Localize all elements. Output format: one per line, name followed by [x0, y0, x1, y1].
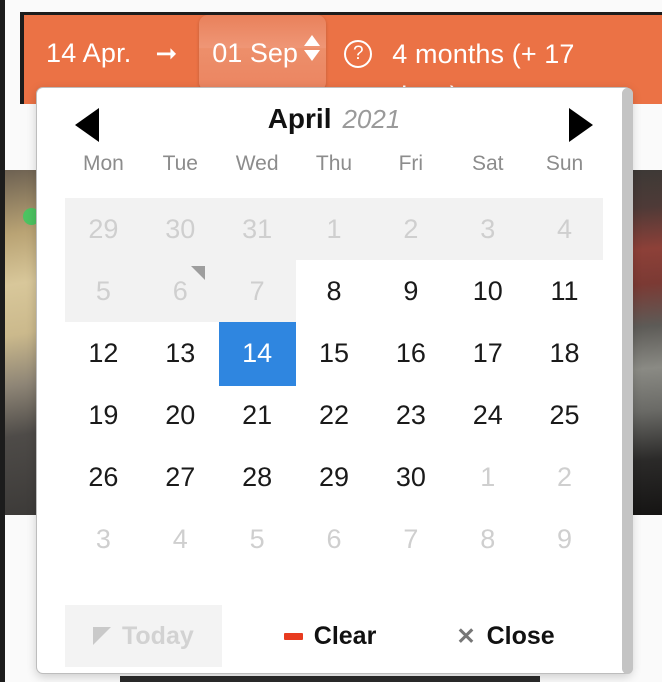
calendar-day[interactable]: 25	[526, 384, 603, 446]
close-x-icon: ✕	[456, 622, 476, 649]
calendar-day[interactable]: 29	[65, 198, 142, 260]
calendar-week-row: 19 20 21 22 23 24 25	[65, 384, 603, 446]
calendar-day[interactable]: 9	[526, 508, 603, 570]
calendar-week-row: 29 30 31 1 2 3 4	[65, 198, 603, 260]
calendar-day[interactable]: 7	[372, 508, 449, 570]
calendar-day[interactable]: 4	[142, 508, 219, 570]
calendar-day[interactable]: 26	[65, 446, 142, 508]
calendar-week-row: 12 13 14 15 16 17 18	[65, 322, 603, 386]
screen-root: 14 Apr. ➞ 01 Sep ? 4 months (+ 17 days) …	[0, 0, 662, 682]
calendar-day[interactable]: 1	[449, 446, 526, 508]
calendar-day[interactable]: 15	[296, 322, 373, 384]
calendar-day[interactable]: 23	[372, 384, 449, 446]
calendar-year-label: 2021	[342, 103, 401, 134]
weekday-header: Sat	[471, 152, 504, 175]
close-button[interactable]: ✕ Close	[436, 605, 574, 667]
calendar-month-label: April	[267, 103, 332, 134]
calendar-day[interactable]: 4	[526, 198, 603, 260]
today-button-label: Today	[122, 621, 194, 650]
calendar-day[interactable]: 21	[219, 384, 296, 446]
calendar-day[interactable]: 10	[449, 260, 526, 322]
calendar-day[interactable]: 3	[65, 508, 142, 570]
calendar-day[interactable]: 18	[526, 322, 603, 384]
dash-icon	[283, 632, 303, 640]
weekday-header: Fri	[398, 152, 424, 175]
triangle-up-icon[interactable]	[304, 35, 321, 46]
calendar-day[interactable]: 31	[218, 198, 296, 260]
prev-month-icon[interactable]	[75, 108, 99, 142]
calendar-day[interactable]: 7	[218, 260, 296, 322]
calendar-day[interactable]: 13	[142, 322, 219, 384]
calendar-day[interactable]: 17	[449, 322, 526, 384]
calendar-day[interactable]: 30	[372, 446, 449, 508]
arrow-right-icon: ➞	[155, 38, 178, 68]
calendar-day[interactable]: 5	[219, 508, 296, 570]
start-date-label[interactable]: 14 Apr.	[46, 33, 131, 73]
end-date-label: 01 Sep	[212, 38, 298, 68]
page-scrollbar[interactable]	[622, 88, 633, 674]
weekday-header: Sun	[545, 152, 584, 175]
weekday-header: Mon	[82, 152, 124, 175]
calendar-day[interactable]: 28	[219, 446, 296, 508]
calendar-day[interactable]: 11	[526, 260, 603, 322]
calendar-header: April 2021	[37, 88, 631, 150]
calendar-week-row: 26 27 28 29 30 1 2	[65, 446, 603, 508]
today-button: Today	[65, 605, 222, 667]
clear-button-label: Clear	[313, 621, 377, 650]
clear-button[interactable]: Clear	[264, 605, 397, 667]
calendar-day[interactable]: 6	[141, 260, 219, 322]
cursor-marker-icon	[190, 266, 205, 280]
weekday-header: Tue	[162, 152, 198, 175]
calendar-day[interactable]: 27	[142, 446, 219, 508]
calendar-day[interactable]: 9	[372, 260, 449, 322]
triangle-corner-icon	[93, 627, 111, 645]
calendar-day[interactable]: 3	[449, 198, 527, 260]
calendar-day[interactable]: 8	[449, 508, 526, 570]
calendar-day[interactable]: 24	[449, 384, 526, 446]
close-button-label: Close	[486, 621, 555, 650]
calendar-day[interactable]: 12	[65, 322, 142, 384]
calendar-day[interactable]: 22	[296, 384, 373, 446]
calendar-day[interactable]: 30	[141, 198, 219, 260]
date-picker-popup: April 2021 Mon Tue Wed Thu Fri Sat Sun 29 30 31 1…	[36, 87, 632, 674]
calendar-day[interactable]: 1	[295, 198, 373, 260]
calendar-day[interactable]: 20	[142, 384, 219, 446]
calendar-day[interactable]: 8	[296, 260, 373, 322]
calendar-day[interactable]: 2	[372, 198, 450, 260]
triangle-down-icon[interactable]	[304, 50, 321, 61]
stepper-arrows[interactable]	[304, 35, 321, 61]
calendar-day[interactable]: 2	[526, 446, 603, 508]
bottom-bar	[120, 676, 540, 682]
calendar-day[interactable]: 29	[296, 446, 373, 508]
calendar-day[interactable]: 6	[296, 508, 373, 570]
calendar-footer: Today Clear ✕ Close	[37, 599, 631, 673]
help-icon[interactable]: ?	[344, 40, 373, 68]
weekday-header: Wed	[235, 152, 279, 175]
weekday-header: Thu	[315, 152, 353, 175]
calendar-day[interactable]: 5	[65, 260, 142, 322]
calendar-day-selected[interactable]: 14	[218, 322, 296, 386]
calendar-day[interactable]: 16	[372, 322, 449, 384]
next-month-icon[interactable]	[569, 108, 593, 142]
end-date-stepper[interactable]: 01 Sep	[199, 15, 327, 91]
calendar-grid: 29 30 31 1 2 3 4 5 6 7 8 9 10 11 12 13 14 15 16 17 18 19 20 21 2…	[37, 190, 631, 570]
calendar-week-row: 3456789	[65, 508, 603, 570]
calendar-week-row: 5 6 7 8 9 10 11	[65, 260, 603, 322]
calendar-day[interactable]: 19	[65, 384, 142, 446]
weekday-header-row: Mon Tue Wed Thu Fri Sat Sun	[37, 150, 631, 190]
